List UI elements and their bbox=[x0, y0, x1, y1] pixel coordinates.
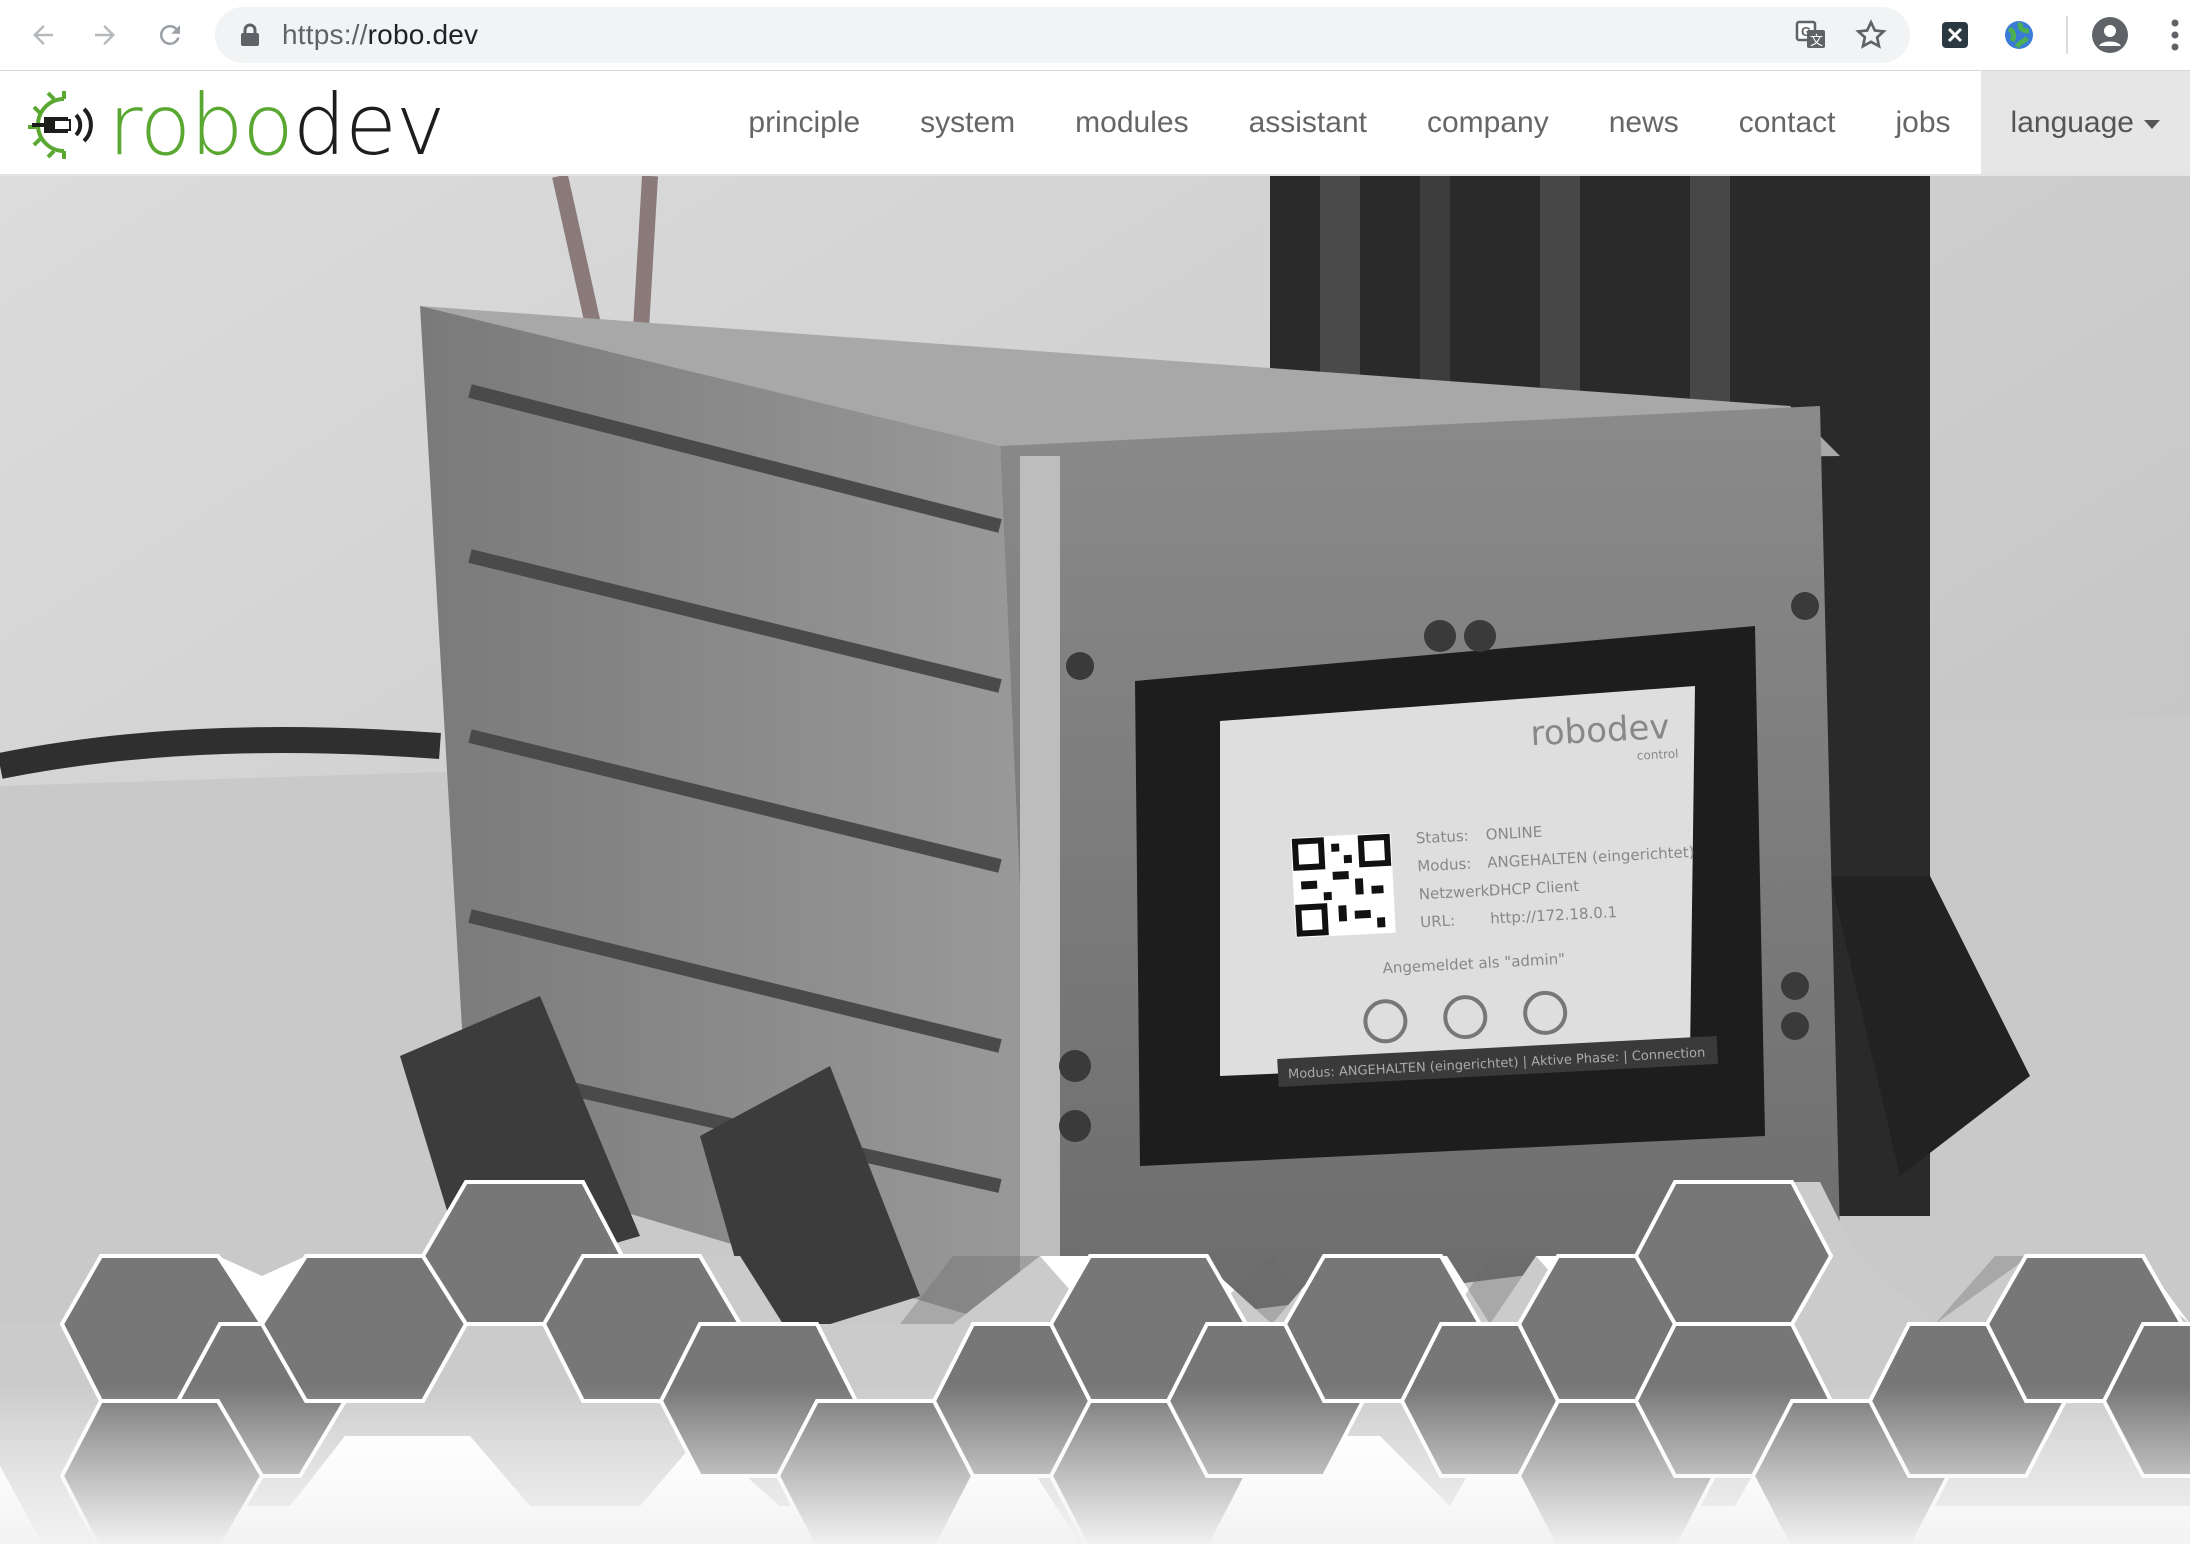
nav-modules[interactable]: modules bbox=[1045, 71, 1218, 174]
globe-extension-icon[interactable] bbox=[1999, 15, 2039, 55]
logo-wordmark: robodev bbox=[108, 83, 446, 167]
star-icon[interactable] bbox=[1853, 17, 1889, 53]
site-header: robodev principle system modules assista… bbox=[0, 71, 2190, 177]
reload-button[interactable] bbox=[145, 10, 195, 60]
screen-value-status: ONLINE bbox=[1485, 823, 1542, 844]
url-host: robo.dev bbox=[367, 19, 479, 50]
screen-label-mode: Modus: bbox=[1417, 855, 1472, 876]
nav-system[interactable]: system bbox=[890, 71, 1045, 174]
main-navigation: principle system modules assistant compa… bbox=[718, 71, 2190, 174]
svg-text:文: 文 bbox=[1810, 33, 1823, 48]
x-extension-icon[interactable] bbox=[1935, 15, 1975, 55]
logo-text-green: robo bbox=[108, 76, 294, 174]
robot-gear-icon bbox=[28, 91, 93, 159]
url-scheme: https:// bbox=[282, 19, 368, 50]
nav-assistant[interactable]: assistant bbox=[1219, 71, 1397, 174]
forward-button[interactable] bbox=[80, 10, 130, 60]
screen-label-url: URL: bbox=[1420, 911, 1456, 931]
hero-image: robodev control Status: ONLINE Modus: AN… bbox=[0, 176, 2190, 1544]
nav-company[interactable]: company bbox=[1397, 71, 1579, 174]
screen-label-status: Status: bbox=[1415, 827, 1469, 848]
account-icon[interactable] bbox=[2090, 15, 2130, 55]
arrow-left-icon bbox=[33, 25, 53, 45]
site-logo[interactable]: robodev bbox=[24, 83, 446, 167]
language-label: language bbox=[2010, 106, 2134, 139]
back-button[interactable] bbox=[18, 10, 68, 60]
nav-principle[interactable]: principle bbox=[718, 71, 890, 174]
caret-down-icon bbox=[2144, 119, 2160, 129]
hero-section: robodev control Status: ONLINE Modus: AN… bbox=[0, 176, 2190, 1544]
nav-jobs[interactable]: jobs bbox=[1865, 71, 1980, 174]
language-dropdown[interactable]: language bbox=[1980, 71, 2190, 174]
kebab-menu-icon[interactable] bbox=[2155, 15, 2190, 55]
address-bar[interactable]: https://robo.dev G 文 bbox=[215, 7, 1910, 63]
screen-brand-sub: control bbox=[1636, 747, 1678, 763]
qr-code bbox=[1290, 832, 1396, 938]
nav-contact[interactable]: contact bbox=[1709, 71, 1866, 174]
url-text[interactable]: https://robo.dev bbox=[282, 7, 478, 63]
lock-icon bbox=[241, 23, 259, 46]
reload-icon bbox=[159, 24, 180, 45]
nav-news[interactable]: news bbox=[1579, 71, 1709, 174]
browser-toolbar: https://robo.dev G 文 bbox=[0, 0, 2190, 71]
arrow-right-icon bbox=[95, 25, 115, 45]
toolbar-divider bbox=[2066, 16, 2068, 54]
logo-text-dark: dev bbox=[292, 76, 446, 174]
translate-icon[interactable]: G 文 bbox=[1793, 17, 1829, 53]
